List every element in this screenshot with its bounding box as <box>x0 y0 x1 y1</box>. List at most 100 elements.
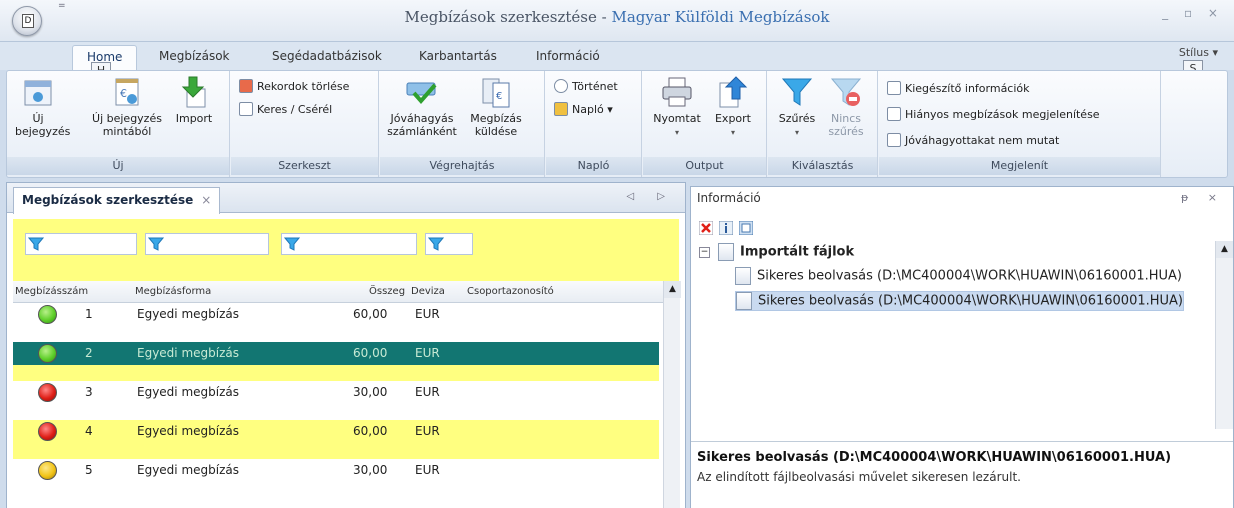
col-number[interactable]: Megbízásszám <box>15 286 88 297</box>
delete-records-button[interactable]: Rekordok törlése <box>239 79 349 93</box>
group-uj-label: Új <box>7 157 229 175</box>
table-row[interactable]: 4 Egyedi megbízás 60,00 EUR <box>13 420 659 443</box>
checkbox-extra-info[interactable]: Kiegészítő információk <box>887 81 1030 95</box>
title-bar: D = Megbízások szerkesztése - Magyar Kül… <box>0 0 1234 42</box>
info-pane: Információ ᵽ × − Importált fájlok Sikeres… <box>690 186 1234 508</box>
table-row[interactable]: 3 Egyedi megbízás 30,00 EUR <box>13 381 659 404</box>
table-row[interactable]: 5 Egyedi megbízás 30,00 EUR <box>13 459 659 482</box>
scroll-up-icon[interactable]: ▲ <box>664 281 681 298</box>
row-spacer <box>13 365 659 381</box>
status-yellow-icon <box>38 461 57 480</box>
row-spacer <box>13 443 659 459</box>
tab-informacio[interactable]: Információ <box>536 49 600 63</box>
document-tabs: Megbízások szerkesztése × ◁ ▷ <box>7 183 685 214</box>
checkbox-incomplete[interactable]: Hiányos megbízások megjelenítése <box>887 107 1100 121</box>
status-green-icon <box>38 305 57 324</box>
no-filter-button[interactable]: Nincs szűrés <box>822 75 870 138</box>
group-megjelenit: Kiegészítő információk Hiányos megbízáso… <box>879 71 1161 177</box>
table-row-selected[interactable]: 2 Egyedi megbízás 60,00 EUR <box>13 342 659 365</box>
tab-nav-arrows[interactable]: ◁ ▷ <box>626 191 675 202</box>
filter-icon <box>428 237 444 251</box>
info-pane-title: Információ <box>697 191 761 205</box>
new-document-icon <box>24 80 52 106</box>
detail-panel: Sikeres beolvasás (D:\MC400004\WORK\HUAW… <box>691 441 1233 508</box>
app-name: Magyar Külföldi Megbízások <box>611 8 830 26</box>
filter-button[interactable]: Szűrés ▾ <box>774 75 820 139</box>
grid-header: Megbízásszám Megbízásforma Összeg Deviza… <box>13 281 679 303</box>
export-arrow-icon <box>719 76 748 108</box>
find-replace-button[interactable]: Keres / Csérél <box>239 102 332 116</box>
col-amount[interactable]: Összeg <box>369 286 405 297</box>
log-icon <box>554 102 568 116</box>
group-naplo-label: Napló <box>546 157 641 175</box>
checkbox-icon <box>887 81 901 95</box>
send-document-icon: € <box>482 78 510 108</box>
tab-megbizasok[interactable]: Megbízások <box>159 49 230 63</box>
filter-form-input[interactable] <box>145 233 269 255</box>
tab-segedadatbazisok[interactable]: Segédadatbázisok <box>272 49 382 63</box>
info-pane-controls[interactable]: ᵽ × <box>1181 191 1225 204</box>
clock-icon <box>554 79 568 93</box>
checkbox-icon <box>887 107 901 121</box>
import-tree: − Importált fájlok Sikeres beolvasás (D:\… <box>697 241 1211 429</box>
document-pane: Megbízások szerkesztése × ◁ ▷ Megbízásszá… <box>6 182 686 508</box>
table-row[interactable]: 1 Egyedi megbízás 60,00 EUR <box>13 303 659 326</box>
details-icon[interactable] <box>739 221 753 235</box>
group-naplo: Történet Napló ▾ Napló <box>546 71 642 177</box>
scroll-up-icon[interactable]: ▲ <box>1216 241 1233 258</box>
checkbox-icon <box>887 133 901 147</box>
ribbon: Új bejegyzés € Új bejegyzés mintából Impor… <box>6 70 1228 178</box>
close-tab-icon[interactable]: × <box>201 193 211 207</box>
tree-scrollbar[interactable]: ▲ <box>1215 241 1233 429</box>
window-title: Megbízások szerkesztése - Magyar Külföld… <box>404 8 830 26</box>
filter-currency-input[interactable] <box>425 233 473 255</box>
status-red-icon <box>38 383 57 402</box>
group-kivalasztas-label: Kiválasztás <box>768 157 877 175</box>
new-from-template-button[interactable]: € Új bejegyzés mintából <box>79 75 175 138</box>
style-menu[interactable]: Stílus ▾ <box>1179 46 1218 59</box>
import-arrow-icon <box>181 76 206 108</box>
tab-karbantartas[interactable]: Karbantartás <box>419 49 497 63</box>
collapse-icon[interactable]: − <box>699 246 710 258</box>
group-szerkeszt: Rekordok törlése Keres / Csérél Szerkesz… <box>231 71 379 177</box>
history-button[interactable]: Történet <box>554 79 618 93</box>
print-button[interactable]: Nyomtat ▾ <box>647 75 707 139</box>
tree-item-selected[interactable]: Sikeres beolvasás (D:\MC400004\WORK\HUAW… <box>735 291 1184 311</box>
filter-icon <box>28 237 44 251</box>
filter-funnel-icon <box>781 78 813 106</box>
window-controls[interactable]: _ ▫ × <box>1162 6 1224 20</box>
doc-tab-megbizasok[interactable]: Megbízások szerkesztése × <box>13 187 221 214</box>
status-red-icon <box>38 422 57 441</box>
approve-check-icon <box>406 82 437 105</box>
group-megjelenit-label: Megjelenít <box>879 157 1160 175</box>
delete-icon <box>239 79 253 93</box>
grid-scrollbar[interactable]: ▲ <box>663 281 681 508</box>
status-green-icon <box>38 344 57 363</box>
row-spacer <box>13 326 659 342</box>
col-group-id[interactable]: Csoportazonosító <box>467 286 554 297</box>
filter-amount-input[interactable] <box>281 233 417 255</box>
row-spacer <box>13 404 659 420</box>
search-icon <box>239 102 253 116</box>
tree-root[interactable]: − Importált fájlok <box>699 243 854 261</box>
group-vegrehajtas: Jóváhagyás számlánként € Megbízás küldése … <box>380 71 545 177</box>
col-currency[interactable]: Deviza <box>411 286 445 297</box>
grid-body: 1 Egyedi megbízás 60,00 EUR 2 Egyedi megbízá… <box>13 303 659 482</box>
approve-button[interactable]: Jóváhagyás számlánként <box>384 75 460 138</box>
col-form[interactable]: Megbízásforma <box>135 286 211 297</box>
ribbon-tabs: Home H Megbízások Segédadatbázisok Karba… <box>0 42 1234 80</box>
group-vegrehajtas-label: Végrehajtás <box>380 157 544 175</box>
info-icon[interactable] <box>719 221 733 235</box>
checkbox-hide-approved[interactable]: Jóváhagyottakat nem mutat <box>887 133 1059 147</box>
new-entry-button[interactable]: Új bejegyzés <box>15 75 70 138</box>
delete-icon[interactable] <box>699 221 713 235</box>
tree-item[interactable]: Sikeres beolvasás (D:\MC400004\WORK\HUAW… <box>735 267 1182 285</box>
detail-body: Az elindított fájlbeolvasási művelet sik… <box>697 470 1021 484</box>
group-output-label: Output <box>643 157 766 175</box>
import-button[interactable]: Import <box>171 75 217 125</box>
log-button[interactable]: Napló ▾ <box>554 102 613 116</box>
export-button[interactable]: Export ▾ <box>707 75 759 139</box>
filter-number-input[interactable] <box>25 233 137 255</box>
template-icon: € <box>115 78 139 106</box>
send-button[interactable]: € Megbízás küldése <box>462 75 530 138</box>
